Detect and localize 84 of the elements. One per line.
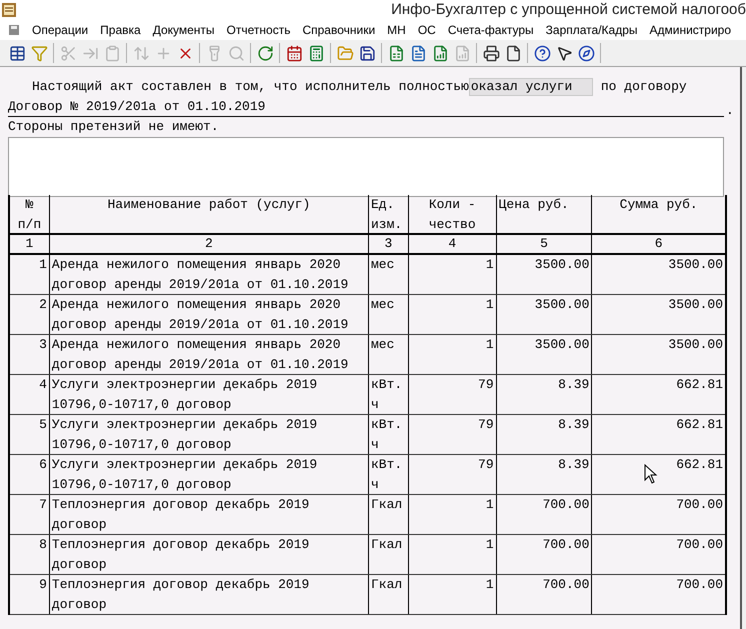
table-cell-text: 4 xyxy=(38,376,48,394)
table-cell: 700.00 xyxy=(591,535,725,574)
menu-item[interactable]: МН xyxy=(381,21,412,39)
table-cell: Аренда нежилого помещения январь 2020 договор аренды 2019/201а от 01.10.2019 xyxy=(48,335,368,374)
table-cell: Услуги электроэнергии декабрь 2019 10796,0-10717,0 договор xyxy=(48,455,368,494)
table-cell: 3500.00 xyxy=(496,295,592,334)
document-menu-icon[interactable] xyxy=(8,24,20,36)
menu-item[interactable]: Зарплата/Кадры xyxy=(540,21,644,39)
column-header: Наименование работ (услуг) xyxy=(48,195,368,233)
table-cell: 700.00 xyxy=(496,575,592,614)
table-cell: 700.00 xyxy=(496,495,592,534)
column-header: Ед. изм. xyxy=(368,195,408,233)
table-cell: 79 xyxy=(408,415,496,454)
table-cell: 3500.00 xyxy=(591,295,725,334)
notes-area[interactable] xyxy=(8,137,724,197)
column-header: № п/п xyxy=(16,196,42,233)
service-field[interactable]: оказал услуги xyxy=(468,78,593,96)
table-cell: 700.00 xyxy=(591,495,725,534)
table-cell-text: 6 xyxy=(38,456,48,474)
table-cell: 1 xyxy=(408,495,496,534)
table-cell: 8.39 xyxy=(496,415,592,454)
table-cell: Гкал xyxy=(368,535,408,574)
column-number: 6 xyxy=(591,235,725,253)
menu-item[interactable]: Отчетность xyxy=(220,21,296,39)
table-cell-text: 3 xyxy=(38,336,48,354)
column-number: 2 xyxy=(48,235,368,253)
table-cell: мес xyxy=(368,295,408,334)
window-title: Инфо-Бухгалтер с упрощенной системой налогооб xyxy=(391,0,746,20)
table-cell-text: 9 xyxy=(38,576,48,594)
table-cell: Теплоэнергия договор декабрь 2019 договор xyxy=(48,535,368,574)
table-cell: 79 xyxy=(408,455,496,494)
table-cell-text: 1 xyxy=(38,256,48,274)
table-cell: 3500.00 xyxy=(496,255,592,294)
table-cell: 1 xyxy=(408,255,496,294)
column-header: Коли - чество xyxy=(408,195,496,233)
table-cell: 8.39 xyxy=(496,455,592,494)
table-cell: 8.39 xyxy=(496,375,592,414)
menu-item[interactable]: Операции xyxy=(26,21,94,39)
table-cell: Аренда нежилого помещения январь 2020 договор аренды 2019/201а от 01.10.2019 xyxy=(48,255,368,294)
table-cell: 1 xyxy=(408,295,496,334)
column-header: Сумма руб. xyxy=(591,195,725,233)
table-cell-text: 2 xyxy=(38,296,48,314)
table-cell: 3500.00 xyxy=(496,335,592,374)
table-cell: 700.00 xyxy=(496,535,592,574)
menu-item[interactable]: Справочники xyxy=(296,21,382,39)
table-cell: 3500.00 xyxy=(591,255,725,294)
table-cell: 662.81 xyxy=(591,415,725,454)
menu-item[interactable]: Счета-фактуры xyxy=(442,21,540,39)
table-cell: 1 xyxy=(408,535,496,574)
table-cell: Услуги электроэнергии декабрь 2019 10796,0-10717,0 договор xyxy=(48,415,368,454)
menu-item[interactable]: ОС xyxy=(412,21,442,39)
table-cell: Гкал xyxy=(368,575,408,614)
table-cell: Аренда нежилого помещения январь 2020 договор аренды 2019/201а от 01.10.2019 xyxy=(48,295,368,334)
column-header: Цена руб. xyxy=(496,195,592,233)
column-number: 4 xyxy=(408,235,496,253)
claims-text: Стороны претензий не имеют. xyxy=(8,118,219,136)
table-cell-text: 5 xyxy=(38,416,48,434)
table-cell: 700.00 xyxy=(591,575,725,614)
table-cell: 1 xyxy=(408,335,496,374)
menu-item[interactable]: Администриро xyxy=(644,21,738,39)
contract-text: Договор № 2019/201а от 01.10.2019 xyxy=(8,98,266,116)
column-number: 5 xyxy=(496,235,592,253)
menu-item[interactable]: Правка xyxy=(94,21,147,39)
act-text: по договору xyxy=(600,78,687,96)
table-cell: кВт.ч xyxy=(368,455,408,494)
table-cell-text: 7 xyxy=(38,496,48,514)
table-cell: 3500.00 xyxy=(591,335,725,374)
menu-item[interactable]: Документы xyxy=(146,21,221,39)
table-cell-text: 8 xyxy=(38,536,48,554)
column-number: 3 xyxy=(368,235,408,253)
app-icon xyxy=(2,3,16,17)
table-cell: Гкал xyxy=(368,495,408,534)
table-cell: 1 xyxy=(408,575,496,614)
act-text: Настоящий акт составлен в том, что исполнитель полностью xyxy=(31,78,469,96)
table-cell: Услуги электроэнергии декабрь 2019 10796,0-10717,0 договор xyxy=(48,375,368,414)
table-cell: 79 xyxy=(408,375,496,414)
cursor-icon xyxy=(644,464,658,484)
table-cell: мес xyxy=(368,255,408,294)
table-cell: мес xyxy=(368,335,408,374)
table-cell: Теплоэнергия договор декабрь 2019 договор xyxy=(48,575,368,614)
table-cell: Теплоэнергия договор декабрь 2019 договор xyxy=(48,495,368,534)
period-text: . xyxy=(726,102,734,120)
column-number: 1 xyxy=(24,235,34,253)
table-cell: 662.81 xyxy=(591,375,725,414)
